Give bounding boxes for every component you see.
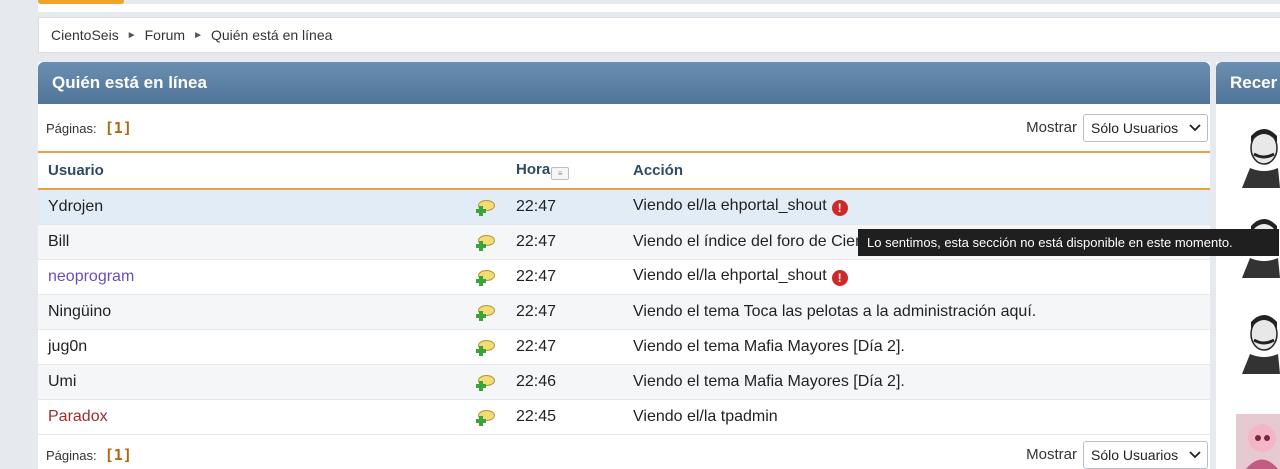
send-pm-icon[interactable] [476, 199, 496, 217]
time-cell: 22:45 [516, 407, 557, 425]
pager-bottom: Páginas: [1] Mostrar Sólo Usuarios [38, 435, 1210, 469]
pager-current-page[interactable]: [1] [105, 119, 132, 137]
breadcrumb-item-home[interactable]: CientoSeis [51, 27, 119, 43]
avatar[interactable] [1236, 310, 1280, 374]
user-cell: Bill [38, 224, 476, 259]
time-cell: 22:46 [516, 372, 557, 390]
action-text[interactable]: Viendo el tema Toca las pelotas a la adm… [633, 303, 1036, 320]
chevron-down-icon [1189, 448, 1201, 462]
username-link[interactable]: neoprogram [48, 268, 134, 285]
time-cell: 22:47 [516, 302, 557, 320]
pm-cell [476, 364, 516, 399]
username-link[interactable]: Ydrojen [48, 198, 103, 215]
action-cell: Viendo el/la tpadmin [633, 399, 1210, 434]
pm-cell [476, 189, 516, 224]
send-pm-icon[interactable] [476, 374, 496, 392]
username-link[interactable]: Bill [48, 233, 69, 250]
pm-cell [476, 329, 516, 364]
breadcrumb-item-forum[interactable]: Forum [145, 27, 185, 43]
table-row: Umi 22:46 Viendo el tema Mafia Mayores [Dí… [38, 364, 1210, 399]
action-cell: Viendo el tema Mafia Mayores [Día 2]. [633, 329, 1210, 364]
pager-top: Páginas: [1] Mostrar Sólo Usuarios [38, 104, 1210, 151]
online-users-table: Usuario Hora ≡ Acción Ydrojen 22:47 Viendo … [38, 151, 1210, 435]
pager-current-page[interactable]: [1] [105, 446, 132, 464]
show-filter-value: Sólo Usuarios [1091, 446, 1179, 463]
username-link[interactable]: jug0n [48, 338, 87, 355]
column-header-action: Acción [633, 162, 684, 179]
column-header-spacer [476, 152, 516, 189]
action-text[interactable]: Viendo el tema Mafia Mayores [Día 2]. [633, 373, 905, 390]
time-cell: 22:47 [516, 267, 557, 285]
table-row: Ydrojen 22:47 Viendo el/la ehportal_shout! [38, 189, 1210, 224]
user-cell: neoprogram [38, 259, 476, 294]
pm-cell [476, 259, 516, 294]
table-row: neoprogram 22:47 Viendo el/la ehportal_sho… [38, 259, 1210, 294]
user-cell: Ydrojen [38, 189, 476, 224]
error-icon[interactable]: ! [831, 270, 848, 286]
action-cell: Viendo el tema Mafia Mayores [Día 2]. [633, 364, 1210, 399]
username-link[interactable]: Umi [48, 373, 76, 390]
time-cell: 22:47 [516, 197, 557, 215]
action-cell: Viendo el/la ehportal_shout! [633, 189, 1210, 224]
send-pm-icon[interactable] [476, 269, 496, 287]
show-label: Mostrar [1026, 446, 1077, 463]
action-text[interactable]: Viendo el/la ehportal_shout [633, 267, 827, 284]
breadcrumb-separator: ► [193, 29, 203, 41]
pager-label: Páginas: [46, 120, 97, 136]
breadcrumb-separator: ► [126, 29, 137, 41]
avatar[interactable] [1236, 124, 1280, 188]
sort-icon[interactable]: ≡ [551, 167, 570, 180]
action-cell: Viendo el/la ehportal_shout! [633, 259, 1210, 294]
avatar[interactable] [1236, 414, 1280, 469]
user-cell: jug0n [38, 329, 476, 364]
recent-panel: Recer [1216, 62, 1280, 469]
time-cell: 22:47 [516, 337, 557, 355]
table-row: jug0n 22:47 Viendo el tema Mafia Mayores [… [38, 329, 1210, 364]
send-pm-icon[interactable] [476, 409, 496, 427]
time-cell: 22:47 [516, 232, 557, 250]
user-cell: Paradox [38, 399, 476, 434]
breadcrumb: CientoSeis ► Forum ► Quién está en línea [38, 17, 1280, 53]
action-cell: Viendo el tema Toca las pelotas a la adm… [633, 294, 1210, 329]
user-cell: Umi [38, 364, 476, 399]
error-icon[interactable]: ! [831, 200, 848, 217]
show-filter-select[interactable]: Sólo Usuarios [1083, 113, 1208, 142]
send-pm-icon[interactable] [476, 339, 496, 357]
show-label: Mostrar [1026, 119, 1077, 136]
table-header-row: Usuario Hora ≡ Acción [38, 152, 1210, 189]
show-filter-value: Sólo Usuarios [1091, 119, 1179, 136]
pm-cell [476, 224, 516, 259]
chevron-down-icon [1189, 121, 1201, 135]
action-text[interactable]: Viendo el/la ehportal_shout [633, 197, 827, 214]
top-strip [38, 4, 1280, 12]
send-pm-icon[interactable] [476, 234, 496, 252]
panel-title: Quién está en línea [38, 62, 1210, 104]
username-link[interactable]: Ningüino [48, 303, 111, 320]
pm-cell [476, 294, 516, 329]
column-header-time[interactable]: Hora ≡ [516, 152, 633, 189]
who-online-panel: Quién está en línea Páginas: [1] Mostrar… [38, 62, 1210, 469]
column-header-user[interactable]: Usuario [38, 152, 476, 189]
username-link[interactable]: Paradox [48, 408, 108, 425]
send-pm-icon[interactable] [476, 304, 496, 322]
pager-label: Páginas: [46, 447, 97, 463]
pm-cell [476, 399, 516, 434]
action-text[interactable]: Viendo el/la tpadmin [633, 408, 778, 425]
recent-panel-title: Recer [1216, 62, 1280, 104]
tooltip: Lo sentimos, esta sección no está dispon… [858, 229, 1279, 256]
table-row: Paradox 22:45 Viendo el/la tpadmin [38, 399, 1210, 434]
user-cell: Ningüino [38, 294, 476, 329]
action-text[interactable]: Viendo el tema Mafia Mayores [Día 2]. [633, 338, 905, 355]
breadcrumb-item-current[interactable]: Quién está en línea [211, 27, 332, 43]
show-filter-select[interactable]: Sólo Usuarios [1083, 440, 1208, 469]
table-row: Ningüino 22:47 Viendo el tema Toca las pel… [38, 294, 1210, 329]
